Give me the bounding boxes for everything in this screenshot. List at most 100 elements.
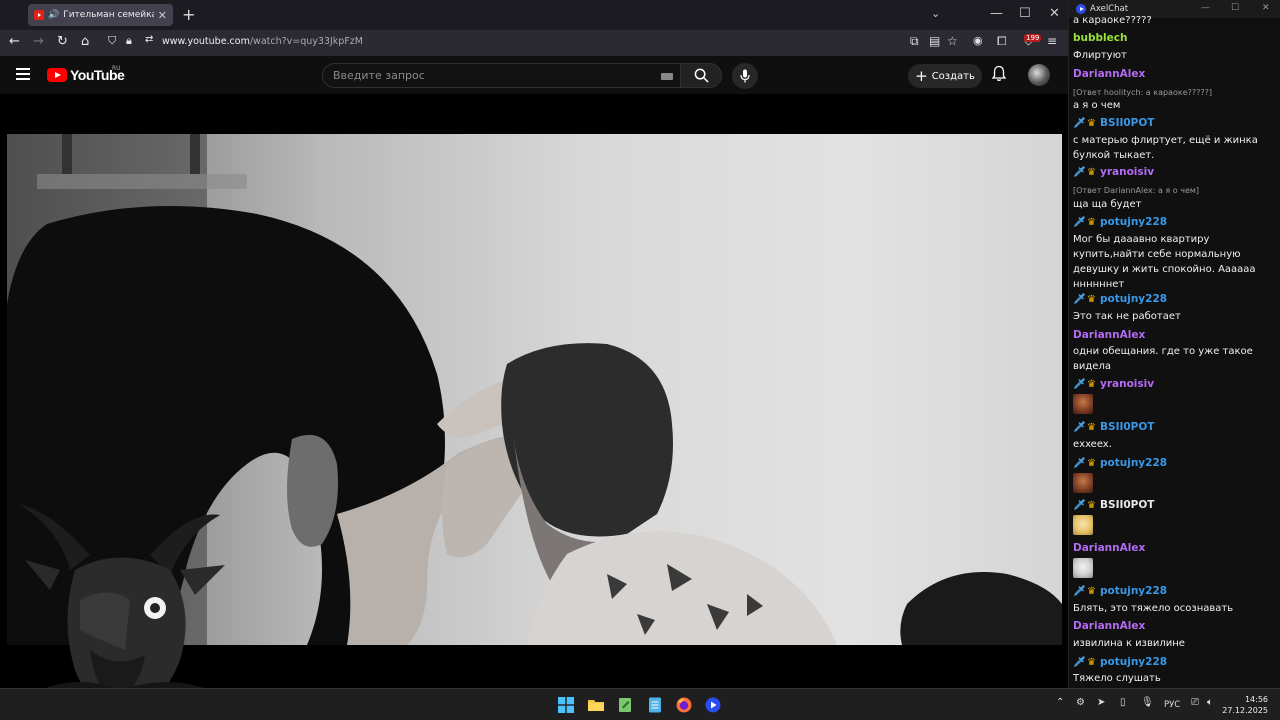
chat-username[interactable]: BSII0POT <box>1100 117 1154 129</box>
address-bar[interactable]: www.youtube.com/watch?v=quy33JkpFzM <box>162 36 363 47</box>
chat-username[interactable]: DariannAlex <box>1073 67 1278 82</box>
chat-text: Блять, это тяжело осознавать <box>1073 603 1234 614</box>
sword-badge-icon: 🗡︎ <box>1073 167 1086 178</box>
chat-text: одни обещания. где то уже такое видела <box>1073 346 1253 372</box>
crown-badge-icon: ♛ <box>1087 422 1096 433</box>
close-window-button[interactable]: ✕ <box>1049 6 1060 21</box>
notes-icon[interactable] <box>647 697 663 713</box>
sword-badge-icon: 🗡︎ <box>1073 379 1086 390</box>
minimize-button[interactable]: — <box>990 6 1003 21</box>
clock-date: 27.12.2025 <box>1222 706 1268 715</box>
reload-button[interactable]: ↻ <box>57 34 68 49</box>
chat-username[interactable]: DariannAlex <box>1073 328 1278 343</box>
notifications-bell-icon[interactable] <box>991 65 1007 86</box>
sword-badge-icon: 🗡︎ <box>1073 118 1086 129</box>
search-button[interactable] <box>680 63 722 88</box>
voice-search-button[interactable] <box>732 63 758 89</box>
tab-close-icon[interactable]: ✕ <box>158 9 167 22</box>
list-all-tabs-icon[interactable]: ⌄ <box>931 7 940 20</box>
speaker-icon[interactable]: 🔊 <box>48 10 59 20</box>
axelchat-taskbar-icon[interactable] <box>705 697 721 713</box>
create-label: Создать <box>931 70 975 82</box>
steam-tray-icon[interactable]: ⚙ <box>1076 697 1085 708</box>
sword-badge-icon: 🗡︎ <box>1073 458 1086 469</box>
chat-message-header: 🗡︎♛ BSII0POT <box>1073 116 1278 131</box>
crown-badge-icon: ♛ <box>1087 118 1096 129</box>
volume-icon[interactable]: 🔈︎ <box>1207 697 1213 708</box>
sword-badge-icon: 🗡︎ <box>1073 294 1086 305</box>
file-explorer-icon[interactable] <box>588 697 604 713</box>
network-icon[interactable]: ⎚ <box>1191 697 1199 708</box>
chat-username[interactable]: DariannAlex <box>1073 619 1278 634</box>
chat-username[interactable]: bubblech <box>1073 31 1278 46</box>
emote-face-red-icon <box>1073 473 1093 493</box>
chat-message-header: 🗡︎♛ potujny228 <box>1073 584 1278 599</box>
reader-view-icon[interactable]: ▤ <box>929 34 940 48</box>
chat-username[interactable]: potujny228 <box>1100 216 1167 228</box>
extension-icon[interactable]: ◉ <box>973 34 983 47</box>
navigation-toolbar: ← → ↻ ⌂ ⛉ 🔒︎ ⇄ www.youtube.com/watch?v=q… <box>0 30 1068 56</box>
app-menu-icon[interactable]: ≡ <box>1047 34 1057 48</box>
tab-youtube[interactable]: 🔊 Гительман семейка. Дожд ✕ <box>28 4 173 26</box>
sword-badge-icon: 🗡︎ <box>1073 586 1086 597</box>
language-indicator[interactable]: РУС <box>1164 700 1180 710</box>
chat-message-header: 🗡︎♛ potujny228 <box>1073 456 1278 471</box>
sword-badge-icon: 🗡︎ <box>1073 217 1086 228</box>
back-button[interactable]: ← <box>9 34 20 49</box>
chat-message-header: 🗡︎♛ BSII0POT <box>1073 498 1278 513</box>
guide-menu-icon[interactable] <box>16 68 30 80</box>
chat-username[interactable]: potujny228 <box>1100 293 1167 305</box>
forward-button[interactable]: → <box>33 34 44 49</box>
account-avatar[interactable] <box>1028 64 1050 86</box>
chat-reply-quote: [Ответ DariannAlex: а я о чем] <box>1073 186 1200 195</box>
firefox-icon[interactable] <box>676 697 692 713</box>
crown-badge-icon: ♛ <box>1087 500 1096 511</box>
new-tab-button[interactable]: + <box>182 5 195 24</box>
chat-close-button[interactable]: ✕ <box>1262 3 1270 13</box>
chat-message-header: 🗡︎♛ yranoisiv <box>1073 377 1278 392</box>
chat-messages[interactable]: а караоке????? bubblech Флиртуют Dariann… <box>1069 15 1280 688</box>
bookmark-star-icon[interactable]: ☆ <box>947 34 958 48</box>
sword-badge-icon: 🗡︎ <box>1073 657 1086 668</box>
extensions-puzzle-icon[interactable]: ⧠ <box>997 34 1007 49</box>
chat-username[interactable]: BSII0POT <box>1100 421 1154 433</box>
microphone-tray-icon[interactable]: 🎙︎ <box>1141 697 1154 708</box>
chat-username[interactable]: potujny228 <box>1100 457 1167 469</box>
create-button[interactable]: + Создать <box>908 64 982 88</box>
extension-badge: 199 <box>1024 34 1042 42</box>
chat-window: AxelChat — ☐ ✕ а караоке????? bubblech Ф… <box>1068 0 1280 688</box>
emote-face-red-icon <box>1073 394 1093 414</box>
microphone-icon <box>740 69 750 83</box>
tab-bar: 🔊 Гительман семейка. Дожд ✕ + ⌄ — ☐ ✕ <box>0 0 1068 30</box>
keyboard-icon[interactable] <box>661 73 673 80</box>
windows-start-icon[interactable] <box>558 697 574 713</box>
shield-icon[interactable]: ⛉ <box>108 34 116 48</box>
picture-in-picture-icon[interactable]: ⧉ <box>910 34 919 49</box>
search-box <box>322 63 680 88</box>
search-input[interactable] <box>333 69 653 82</box>
chat-text: ехxeex. <box>1073 439 1112 450</box>
chat-username[interactable]: yranoisiv <box>1100 166 1154 178</box>
desktop: 🔊 Гительман семейка. Дожд ✕ + ⌄ — ☐ ✕ ← … <box>0 0 1280 720</box>
clock[interactable]: 14:56 27.12.2025 <box>1222 694 1268 716</box>
crown-badge-icon: ♛ <box>1087 379 1096 390</box>
chat-minimize-button[interactable]: — <box>1201 3 1210 13</box>
crown-badge-icon: ♛ <box>1087 294 1096 305</box>
notepad-icon[interactable] <box>617 697 633 713</box>
telegram-tray-icon[interactable]: ➤ <box>1097 697 1105 708</box>
permissions-icon[interactable]: ⇄ <box>145 34 153 45</box>
maximize-button[interactable]: ☐ <box>1019 6 1031 21</box>
chat-username[interactable]: potujny228 <box>1100 585 1167 597</box>
lock-icon[interactable]: 🔒︎ <box>126 34 132 48</box>
country-code: RU <box>112 65 121 72</box>
chat-username[interactable]: BSII0POT <box>1100 499 1154 511</box>
chat-username[interactable]: DariannAlex <box>1073 541 1278 556</box>
chat-text: а я о чем <box>1073 100 1121 111</box>
battery-icon[interactable]: ▯ <box>1120 697 1126 708</box>
chat-username[interactable]: potujny228 <box>1100 656 1167 668</box>
tray-overflow-chevron-icon[interactable]: ⌃ <box>1056 697 1064 708</box>
chat-maximize-button[interactable]: ☐ <box>1231 3 1239 13</box>
home-button[interactable]: ⌂ <box>81 34 89 49</box>
tab-title: Гительман семейка. Дожд <box>63 10 154 20</box>
chat-username[interactable]: yranoisiv <box>1100 378 1154 390</box>
